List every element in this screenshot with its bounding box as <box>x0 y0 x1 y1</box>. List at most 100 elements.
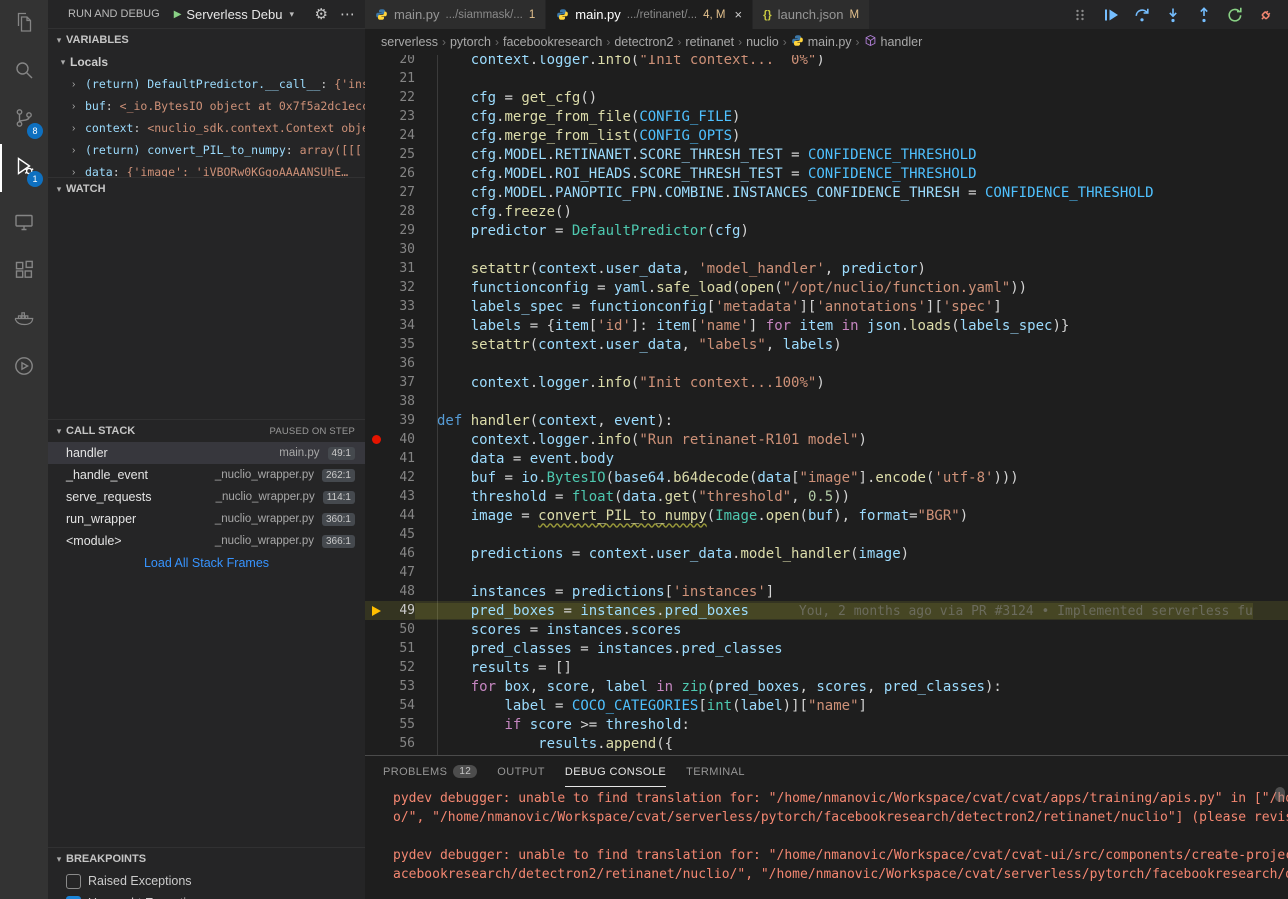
code-line[interactable]: 49 pred_boxes = instances.pred_boxesYou,… <box>365 601 1288 620</box>
step-into-button[interactable] <box>1163 5 1183 25</box>
variables-scope-locals[interactable]: ▾ Locals <box>48 51 365 73</box>
code-line[interactable]: 46 predictions = context.user_data.model… <box>365 544 1288 563</box>
step-over-button[interactable] <box>1132 5 1152 25</box>
code-line[interactable]: 55 if score >= threshold: <box>365 715 1288 734</box>
close-icon[interactable]: × <box>735 7 743 22</box>
code-line[interactable]: 56 results.append({ <box>365 734 1288 753</box>
expand-arrow-icon[interactable]: › <box>72 123 85 134</box>
code-line[interactable]: 20 context.logger.info("Init context... … <box>365 55 1288 69</box>
expand-arrow-icon[interactable]: › <box>72 167 85 178</box>
code-line[interactable]: 23 cfg.merge_from_file(CONFIG_FILE) <box>365 107 1288 126</box>
code-line[interactable]: 28 cfg.freeze() <box>365 202 1288 221</box>
code-line[interactable]: 34 labels = {item['id']: item['name'] fo… <box>365 316 1288 335</box>
editor-tab[interactable]: main.py.../siammask/...1 <box>365 0 546 29</box>
disconnect-button[interactable] <box>1256 5 1276 25</box>
code-line[interactable]: 22 cfg = get_cfg() <box>365 88 1288 107</box>
breadcrumb-item[interactable]: serverless <box>381 35 438 49</box>
activity-bar-item-run-debug[interactable]: 1 <box>0 144 48 192</box>
activity-bar-item-explorer[interactable] <box>0 0 48 48</box>
breakpoint-item[interactable]: Raised Exceptions <box>48 870 365 892</box>
activity-bar-item-source-control[interactable]: 8 <box>0 96 48 144</box>
code-editor[interactable]: 20 context.logger.info("Init context... … <box>365 55 1288 755</box>
breakpoint-item[interactable]: ✓Uncaught Exceptions <box>48 892 365 899</box>
expand-arrow-icon[interactable]: › <box>72 101 85 112</box>
code-line[interactable]: 47 <box>365 563 1288 582</box>
code-line[interactable]: 41 data = event.body <box>365 449 1288 468</box>
editor-tab[interactable]: {}launch.jsonM <box>753 0 870 29</box>
editor-tab[interactable]: main.py.../retinanet/...4, M× <box>546 0 753 29</box>
panel-tab-debug-console[interactable]: DEBUG CONSOLE <box>565 756 666 787</box>
variable-item[interactable]: ›buf: <_io.BytesIO object at 0x7f5a2dc1e… <box>48 95 365 117</box>
toolbar-drag-grip[interactable] <box>1070 5 1090 25</box>
code-line[interactable]: 29 predictor = DefaultPredictor(cfg) <box>365 221 1288 240</box>
breakpoint-icon[interactable] <box>365 435 387 444</box>
breakpoints-section-header[interactable]: ▾ BREAKPOINTS <box>48 848 365 870</box>
code-line[interactable]: 33 labels_spec = functionconfig['metadat… <box>365 297 1288 316</box>
activity-bar-item-remote-explorer[interactable] <box>0 200 48 248</box>
call-stack-frame[interactable]: <module>_nuclio_wrapper.py366:1 <box>48 530 365 552</box>
code-line[interactable]: 32 functionconfig = yaml.safe_load(open(… <box>365 278 1288 297</box>
code-line[interactable]: 51 pred_classes = instances.pred_classes <box>365 639 1288 658</box>
expand-arrow-icon[interactable]: › <box>72 145 85 156</box>
breakpoint-checkbox[interactable]: ✓ <box>66 896 81 899</box>
code-line[interactable]: 37 context.logger.info("Init context...1… <box>365 373 1288 392</box>
code-line[interactable]: 52 results = [] <box>365 658 1288 677</box>
code-line[interactable]: 31 setattr(context.user_data, 'model_han… <box>365 259 1288 278</box>
code-line[interactable]: 43 threshold = float(data.get("threshold… <box>365 487 1288 506</box>
code-line[interactable]: 48 instances = predictions['instances'] <box>365 582 1288 601</box>
more-actions-icon[interactable]: ⋯ <box>340 5 355 23</box>
restart-button[interactable] <box>1225 5 1245 25</box>
load-all-stack-frames-link[interactable]: Load All Stack Frames <box>48 552 365 574</box>
continue-button[interactable] <box>1101 5 1121 25</box>
panel-tab-terminal[interactable]: TERMINAL <box>686 756 745 787</box>
variable-item[interactable]: ›context: <nuclio_sdk.context.Context ob… <box>48 117 365 139</box>
code-line[interactable]: 24 cfg.merge_from_list(CONFIG_OPTS) <box>365 126 1288 145</box>
call-stack-frame[interactable]: _handle_event_nuclio_wrapper.py262:1 <box>48 464 365 486</box>
call-stack-section-header[interactable]: ▾ CALL STACK PAUSED ON STEP <box>48 420 365 442</box>
code-line[interactable]: 25 cfg.MODEL.RETINANET.SCORE_THRESH_TEST… <box>365 145 1288 164</box>
activity-bar-item-docker[interactable] <box>0 296 48 344</box>
code-line[interactable]: 50 scores = instances.scores <box>365 620 1288 639</box>
code-line[interactable]: 30 <box>365 240 1288 259</box>
code-line[interactable]: 45 <box>365 525 1288 544</box>
code-line[interactable]: 39def handler(context, event): <box>365 411 1288 430</box>
panel-tab-output[interactable]: OUTPUT <box>497 756 545 787</box>
activity-bar-item-search[interactable] <box>0 48 48 96</box>
breadcrumb-item[interactable]: main.py <box>791 34 852 50</box>
breakpoint-checkbox[interactable] <box>66 874 81 889</box>
code-line[interactable]: 27 cfg.MODEL.PANOPTIC_FPN.COMBINE.INSTAN… <box>365 183 1288 202</box>
watch-section-header[interactable]: ▾ WATCH <box>48 178 365 200</box>
breadcrumb-item[interactable]: pytorch <box>450 35 491 49</box>
activity-bar-item-run-circle[interactable] <box>0 344 48 392</box>
code-line[interactable]: 26 cfg.MODEL.ROI_HEADS.SCORE_THRESH_TEST… <box>365 164 1288 183</box>
step-out-button[interactable] <box>1194 5 1214 25</box>
code-line[interactable]: 54 label = COCO_CATEGORIES[int(label)]["… <box>365 696 1288 715</box>
call-stack-frame[interactable]: serve_requests_nuclio_wrapper.py114:1 <box>48 486 365 508</box>
variable-item[interactable]: ›(return) DefaultPredictor.__call__: {'i… <box>48 73 365 95</box>
breadcrumb-item[interactable]: nuclio <box>746 35 779 49</box>
gear-icon[interactable]: ⚙ <box>315 5 328 23</box>
code-line[interactable]: 36 <box>365 354 1288 373</box>
variable-item[interactable]: ›data: {'image': 'iVBORw0KGgoAAAANSUhE… <box>48 161 365 177</box>
breadcrumb-item[interactable]: handler <box>864 34 923 50</box>
code-line[interactable]: 42 buf = io.BytesIO(base64.b64decode(dat… <box>365 468 1288 487</box>
panel-scrollbar[interactable] <box>1275 787 1285 802</box>
debug-config-dropdown[interactable]: ▶ Serverless Debu ▾ <box>174 7 294 22</box>
code-line[interactable]: 35 setattr(context.user_data, "labels", … <box>365 335 1288 354</box>
debug-console-output[interactable]: pydev debugger: unable to find translati… <box>365 787 1288 899</box>
code-line[interactable]: 38 <box>365 392 1288 411</box>
start-debugging-icon[interactable]: ▶ <box>174 9 182 20</box>
variables-section-header[interactable]: ▾ VARIABLES <box>48 29 365 51</box>
call-stack-frame[interactable]: run_wrapper_nuclio_wrapper.py360:1 <box>48 508 365 530</box>
code-line[interactable]: 21 <box>365 69 1288 88</box>
code-line[interactable]: 53 for box, score, label in zip(pred_box… <box>365 677 1288 696</box>
code-line[interactable]: 40 context.logger.info("Run retinanet-R1… <box>365 430 1288 449</box>
current-line-arrow-icon[interactable] <box>365 606 387 616</box>
activity-bar-item-extensions[interactable] <box>0 248 48 296</box>
call-stack-frame[interactable]: handlermain.py49:1 <box>48 442 365 464</box>
breadcrumb-item[interactable]: retinanet <box>685 35 734 49</box>
expand-arrow-icon[interactable]: › <box>72 79 85 90</box>
breadcrumb-item[interactable]: detectron2 <box>614 35 673 49</box>
breadcrumb-item[interactable]: facebookresearch <box>503 35 602 49</box>
code-line[interactable]: 44 image = convert_PIL_to_numpy(Image.op… <box>365 506 1288 525</box>
